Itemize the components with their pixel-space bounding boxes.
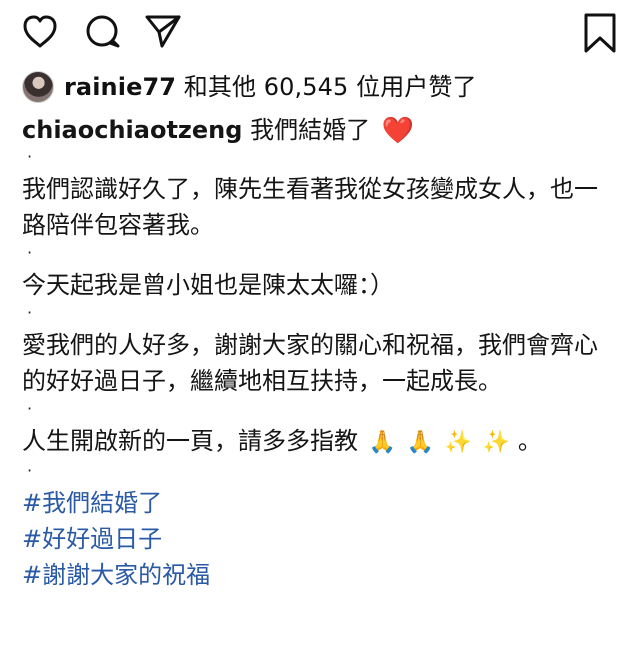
- liked-by-username[interactable]: rainie77: [64, 73, 176, 101]
- hashtag-link[interactable]: #好好過日子: [22, 521, 616, 557]
- action-bar: [0, 0, 640, 62]
- paper-plane-icon: [145, 15, 181, 48]
- sparkles-icon: ✨: [482, 430, 511, 455]
- caption-ending-text: 人生開啟新的一頁，請多多指教: [22, 427, 358, 455]
- separator-dot: ·: [27, 399, 33, 418]
- bookmark-icon: [584, 13, 616, 53]
- author-username[interactable]: chiaochiaotzeng: [22, 116, 242, 144]
- separator-dot: ·: [27, 461, 33, 480]
- heart-outline-icon: [23, 15, 57, 48]
- caption-period: 。: [517, 427, 542, 455]
- caption-paragraph: 今天起我是曾小姐也是陳太太囉：）: [22, 271, 394, 299]
- hashtag-link[interactable]: #我們結婚了: [22, 485, 616, 521]
- caption-paragraph-ending: 人生開啟新的一頁，請多多指教 🙏 🙏 ✨ ✨ 。: [22, 423, 616, 461]
- caption-header: chiaochiaotzeng 我們結婚了 ❤️: [22, 113, 616, 147]
- save-button[interactable]: [578, 11, 622, 55]
- comment-button[interactable]: [82, 12, 122, 52]
- like-button[interactable]: [20, 12, 60, 52]
- praying-hands-icon: 🙏: [406, 430, 435, 455]
- comment-bubble-icon: [86, 15, 120, 48]
- praying-hands-icon: 🙏: [368, 430, 397, 455]
- sparkles-icon: ✨: [444, 430, 473, 455]
- post-title: 我們結婚了: [250, 116, 371, 144]
- caption-paragraph: 我們認識好久了，陳先生看著我從女孩變成女人，也一路陪伴包容著我。: [22, 175, 598, 239]
- hashtag-link[interactable]: #謝謝大家的祝福: [22, 557, 616, 593]
- separator-dot: ·: [27, 303, 33, 322]
- heart-emoji-icon: ❤️: [381, 116, 415, 146]
- caption-paragraph: 愛我們的人好多，謝謝大家的關心和祝福，我們會齊心的好好過日子，繼續地相互扶持，一…: [22, 331, 598, 395]
- likes-summary: rainie77 和其他 60,545 位用户赞了: [22, 69, 477, 105]
- share-button[interactable]: [143, 11, 183, 51]
- separator-dot: ·: [27, 147, 33, 166]
- avatar[interactable]: [22, 71, 54, 103]
- post-caption: chiaochiaotzeng 我們結婚了 ❤️ · 我們認識好久了，陳先生看著…: [22, 113, 616, 593]
- separator-dot: ·: [27, 243, 33, 262]
- likes-count-text: 和其他 60,545 位用户赞了: [176, 73, 477, 101]
- likes-text: rainie77 和其他 60,545 位用户赞了: [64, 72, 477, 102]
